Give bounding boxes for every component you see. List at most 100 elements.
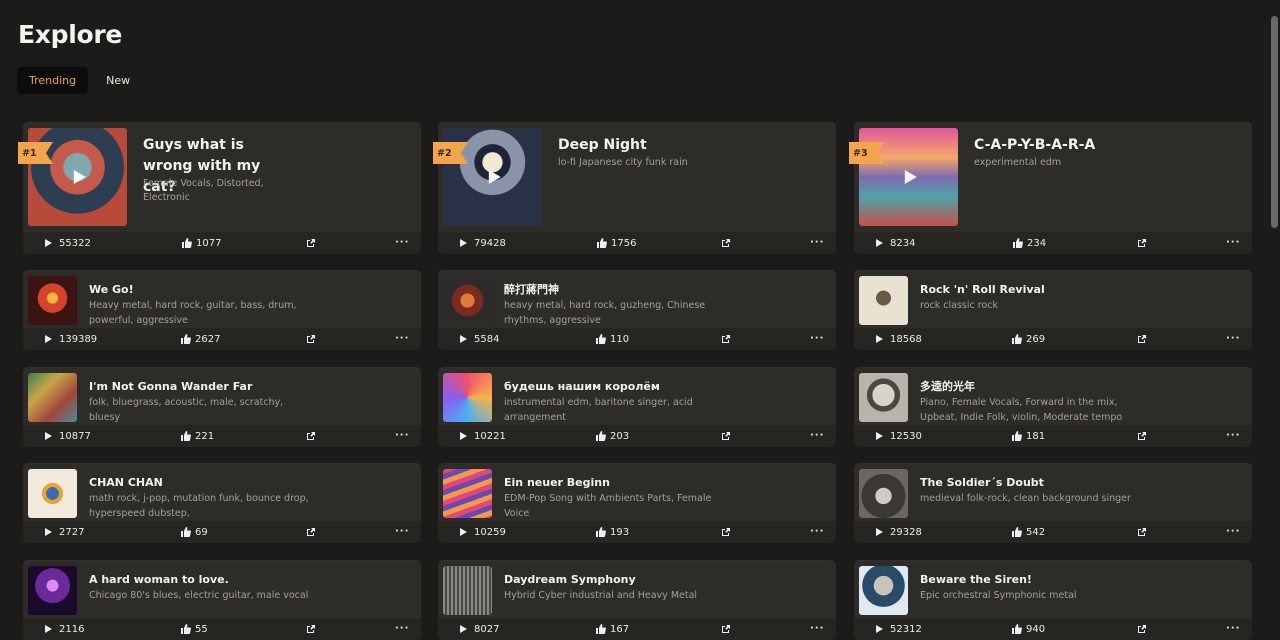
song-card[interactable]: Daydream Symphony Hybrid Cyber industrial…: [438, 560, 836, 640]
song-title[interactable]: Daydream Symphony: [504, 573, 636, 587]
more-options-button[interactable]: ···: [1226, 521, 1240, 543]
like-count[interactable]: 234: [1013, 232, 1046, 254]
play-count[interactable]: 8027: [460, 618, 499, 640]
more-options-button[interactable]: ···: [395, 425, 409, 447]
song-title[interactable]: Rock 'n' Roll Revival: [920, 283, 1045, 297]
play-count[interactable]: 10259: [460, 521, 506, 543]
like-count[interactable]: 181: [1012, 425, 1045, 447]
cover-art[interactable]: [28, 469, 77, 518]
like-count[interactable]: 55: [181, 618, 208, 640]
like-count[interactable]: 1756: [597, 232, 636, 254]
cover-art[interactable]: [28, 373, 77, 422]
play-count[interactable]: 29328: [876, 521, 922, 543]
more-options-button[interactable]: ···: [395, 232, 409, 254]
more-options-button[interactable]: ···: [1226, 328, 1240, 350]
like-count[interactable]: 2627: [181, 328, 220, 350]
play-count[interactable]: 2727: [45, 521, 84, 543]
more-options-button[interactable]: ···: [810, 425, 824, 447]
song-card[interactable]: A hard woman to love. Chicago 80's blues,…: [23, 560, 421, 640]
tab-trending[interactable]: Trending: [17, 67, 89, 94]
song-card[interactable]: 多逵的光年 Piano, Female Vocals, Forward in th…: [854, 367, 1252, 447]
song-title[interactable]: CHAN CHAN: [89, 476, 163, 490]
cover-art[interactable]: [443, 566, 492, 615]
like-count[interactable]: 167: [596, 618, 629, 640]
song-title[interactable]: Deep Night: [558, 135, 708, 156]
song-card[interactable]: CHAN CHAN math rock, j-pop, mutation funk…: [23, 463, 421, 543]
play-count[interactable]: 8234: [876, 232, 915, 254]
share-button[interactable]: [1137, 232, 1147, 254]
more-options-button[interactable]: ···: [810, 328, 824, 350]
share-button[interactable]: [306, 425, 316, 447]
song-card[interactable]: Ein neuer Beginn EDM-Pop Song with Ambien…: [438, 463, 836, 543]
more-options-button[interactable]: ···: [395, 618, 409, 640]
play-count[interactable]: 18568: [876, 328, 922, 350]
song-card[interactable]: I'm Not Gonna Wander Far folk, bluegrass,…: [23, 367, 421, 447]
share-button[interactable]: [721, 425, 731, 447]
like-count[interactable]: 221: [181, 425, 214, 447]
share-button[interactable]: [1137, 425, 1147, 447]
like-count[interactable]: 110: [596, 328, 629, 350]
song-title[interactable]: Ein neuer Beginn: [504, 476, 610, 490]
share-button[interactable]: [721, 521, 731, 543]
song-title[interactable]: 多逵的光年: [920, 380, 975, 394]
featured-card[interactable]: #3 C-A-P-Y-B-A-R-A experimental edm 8234…: [849, 122, 1252, 254]
song-card[interactable]: Rock 'n' Roll Revival rock classic rock 18…: [854, 270, 1252, 350]
tab-new[interactable]: New: [94, 67, 142, 94]
like-count[interactable]: 203: [596, 425, 629, 447]
share-button[interactable]: [721, 618, 731, 640]
song-title[interactable]: The Soldier´s Doubt: [920, 476, 1044, 490]
like-count[interactable]: 193: [596, 521, 629, 543]
song-title[interactable]: C-A-P-Y-B-A-R-A: [974, 135, 1124, 156]
song-title[interactable]: 醉打蔣門神: [504, 283, 559, 297]
share-button[interactable]: [306, 232, 316, 254]
more-options-button[interactable]: ···: [395, 521, 409, 543]
song-title[interactable]: Beware the Siren!: [920, 573, 1032, 587]
cover-art[interactable]: [859, 566, 908, 615]
cover-art[interactable]: [859, 276, 908, 325]
song-card[interactable]: 醉打蔣門神 heavy metal, hard rock, guzheng, Ch…: [438, 270, 836, 350]
cover-art[interactable]: [28, 566, 77, 615]
cover-art[interactable]: [443, 469, 492, 518]
song-card[interactable]: будешь нашим королём instrumental edm, ba…: [438, 367, 836, 447]
play-count[interactable]: 52312: [876, 618, 922, 640]
featured-card[interactable]: #2 Deep Night lo-fi Japanese city funk r…: [433, 122, 836, 254]
play-count[interactable]: 2116: [45, 618, 84, 640]
like-count[interactable]: 940: [1012, 618, 1045, 640]
play-count[interactable]: 12530: [876, 425, 922, 447]
share-button[interactable]: [1137, 328, 1147, 350]
cover-art[interactable]: [859, 373, 908, 422]
more-options-button[interactable]: ···: [395, 328, 409, 350]
song-title[interactable]: будешь нашим королём: [504, 380, 660, 394]
play-overlay-icon[interactable]: [73, 170, 86, 184]
play-count[interactable]: 10221: [460, 425, 506, 447]
play-count[interactable]: 5584: [460, 328, 499, 350]
play-count[interactable]: 139389: [45, 328, 97, 350]
share-button[interactable]: [306, 521, 316, 543]
like-count[interactable]: 1077: [182, 232, 221, 254]
cover-art[interactable]: [28, 276, 77, 325]
more-options-button[interactable]: ···: [810, 521, 824, 543]
more-options-button[interactable]: ···: [1226, 232, 1240, 254]
play-count[interactable]: 79428: [460, 232, 506, 254]
share-button[interactable]: [1137, 521, 1147, 543]
play-count[interactable]: 10877: [45, 425, 91, 447]
cover-art[interactable]: [443, 276, 492, 325]
play-overlay-icon[interactable]: [904, 170, 917, 184]
share-button[interactable]: [306, 618, 316, 640]
more-options-button[interactable]: ···: [1226, 425, 1240, 447]
more-options-button[interactable]: ···: [1226, 618, 1240, 640]
like-count[interactable]: 269: [1012, 328, 1045, 350]
song-card[interactable]: We Go! Heavy metal, hard rock, guitar, ba…: [23, 270, 421, 350]
share-button[interactable]: [721, 232, 731, 254]
like-count[interactable]: 69: [181, 521, 208, 543]
share-button[interactable]: [1137, 618, 1147, 640]
song-card[interactable]: Beware the Siren! Epic orchestral Symphon…: [854, 560, 1252, 640]
song-title[interactable]: We Go!: [89, 283, 134, 297]
song-title[interactable]: I'm Not Gonna Wander Far: [89, 380, 252, 394]
share-button[interactable]: [721, 328, 731, 350]
like-count[interactable]: 542: [1012, 521, 1045, 543]
cover-art[interactable]: [859, 469, 908, 518]
play-overlay-icon[interactable]: [488, 170, 501, 184]
more-options-button[interactable]: ···: [810, 232, 824, 254]
featured-card[interactable]: #1 Guys what is wrong with my cat? Femal…: [18, 122, 421, 254]
